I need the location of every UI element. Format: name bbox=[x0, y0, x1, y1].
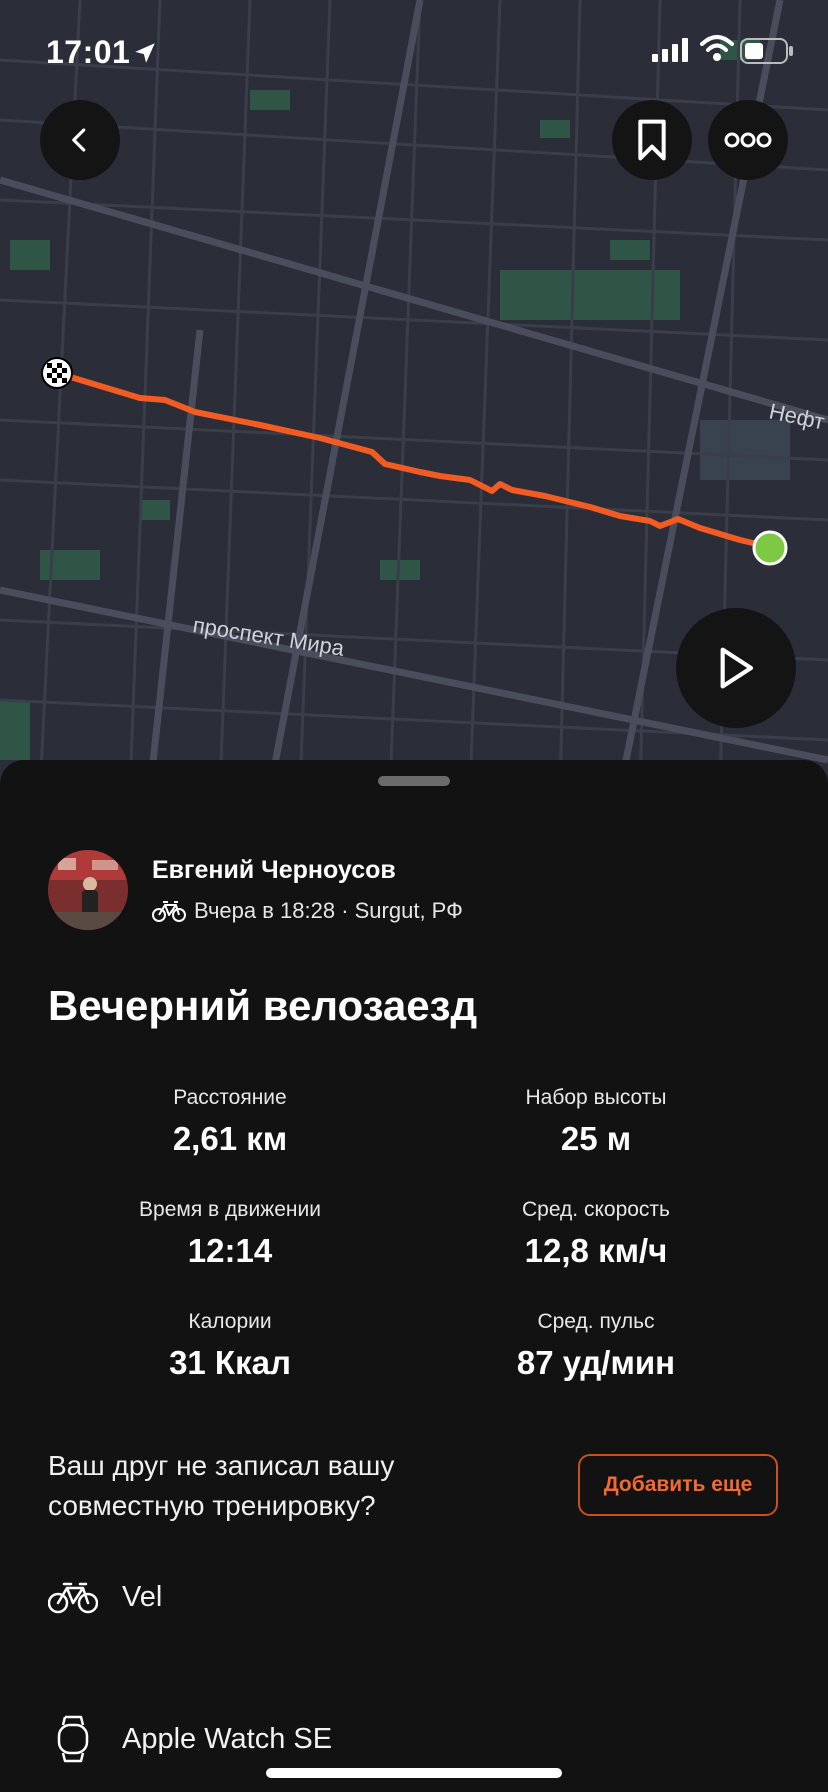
more-dots-icon bbox=[724, 132, 772, 148]
stat-value: 12:14 bbox=[187, 1232, 273, 1269]
bike-icon bbox=[152, 901, 186, 922]
more-options-button[interactable] bbox=[708, 100, 788, 180]
stat-calories: Калории 31 Ккал bbox=[50, 1310, 410, 1382]
stat-label: Расстояние bbox=[173, 1086, 287, 1109]
home-indicator[interactable] bbox=[266, 1768, 562, 1778]
start-marker-icon bbox=[752, 530, 788, 566]
sheet-grabber[interactable] bbox=[378, 776, 450, 786]
back-button[interactable] bbox=[40, 100, 120, 180]
stat-moving-time: Время в движении 12:14 bbox=[50, 1198, 410, 1270]
stat-value: 87 уд/мин bbox=[516, 1344, 676, 1381]
activity-meta: Вчера в 18:28 · Surgut, РФ bbox=[152, 898, 463, 924]
wifi-icon bbox=[700, 35, 734, 61]
chevron-left-icon bbox=[72, 128, 86, 152]
athlete-name[interactable]: Евгений Черноусов bbox=[152, 856, 396, 885]
bike-icon bbox=[48, 1582, 98, 1614]
play-icon bbox=[720, 647, 754, 689]
friend-prompt-text: Ваш друг не записал вашу совместную трен… bbox=[48, 1450, 395, 1521]
location-arrow-icon bbox=[135, 43, 155, 63]
play-flyover-button[interactable] bbox=[676, 608, 796, 728]
watch-icon bbox=[57, 1715, 89, 1763]
activity-title: Вечерний велозаезд bbox=[48, 982, 478, 1029]
stat-label: Сред. скорость bbox=[521, 1198, 670, 1221]
stat-value: 25 м bbox=[560, 1120, 632, 1157]
stat-label: Набор высоты bbox=[525, 1086, 667, 1109]
avatar[interactable] bbox=[48, 850, 128, 930]
add-more-button[interactable]: Добавить еще bbox=[578, 1454, 778, 1516]
activity-sheet: Евгений Черноусов Вчера в 18:28 · Surgut… bbox=[0, 760, 828, 1792]
gear-bike-name: Vel bbox=[122, 1580, 163, 1613]
gear-bike-row[interactable]: Vel bbox=[48, 1580, 162, 1614]
bookmark-button[interactable] bbox=[612, 100, 692, 180]
avatar-photo bbox=[48, 850, 128, 930]
stat-label: Время в движении bbox=[139, 1198, 321, 1221]
device-row[interactable]: Apple Watch SE bbox=[48, 1714, 332, 1764]
status-bar: 17:01 bbox=[0, 30, 828, 74]
stat-value: 12,8 км/ч bbox=[524, 1232, 668, 1269]
activity-date-location: Вчера в 18:28 · Surgut, РФ bbox=[194, 898, 463, 923]
stat-value: 31 Ккал bbox=[169, 1344, 291, 1381]
cellular-signal-icon bbox=[652, 38, 688, 62]
status-time: 17:01 bbox=[46, 34, 131, 70]
stat-label: Калории bbox=[188, 1310, 272, 1333]
battery-icon bbox=[740, 38, 793, 64]
bookmark-icon bbox=[638, 119, 666, 161]
stat-avg-heart-rate: Сред. пульс 87 уд/мин bbox=[416, 1310, 776, 1382]
stat-distance: Расстояние 2,61 км bbox=[50, 1086, 410, 1158]
stat-elevation-gain: Набор высоты 25 м bbox=[416, 1086, 776, 1158]
stat-value: 2,61 км bbox=[172, 1120, 288, 1157]
stat-avg-speed: Сред. скорость 12,8 км/ч bbox=[416, 1198, 776, 1270]
stat-label: Сред. пульс bbox=[537, 1310, 655, 1333]
finish-flag-icon bbox=[41, 357, 73, 389]
device-name: Apple Watch SE bbox=[122, 1722, 333, 1755]
